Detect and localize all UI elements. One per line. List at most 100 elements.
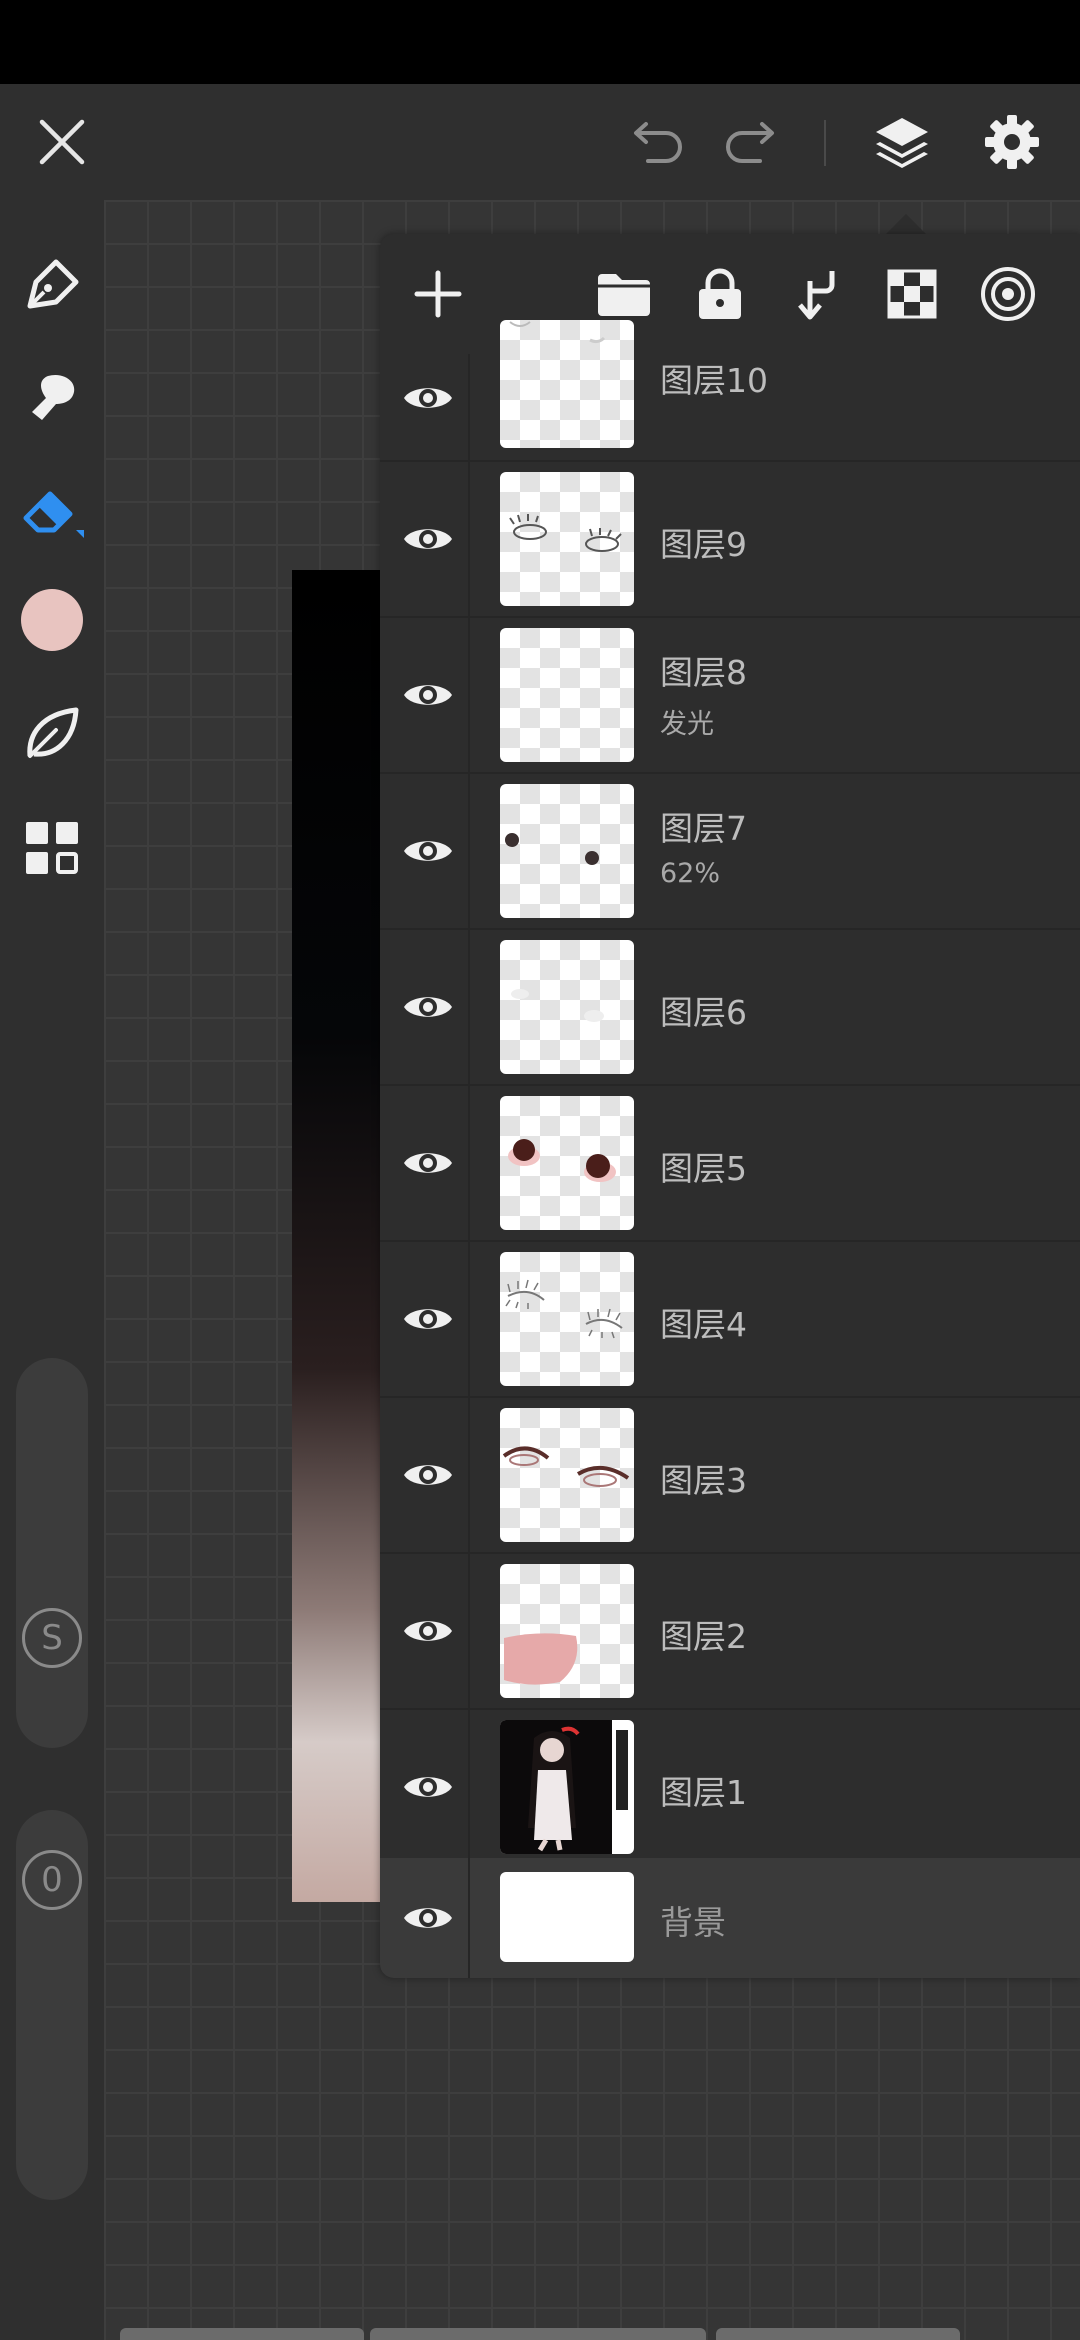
layer-thumbnail[interactable]: [500, 784, 634, 918]
visibility-toggle[interactable]: [400, 667, 456, 723]
color-picker-button[interactable]: [20, 588, 84, 652]
visibility-toggle[interactable]: [400, 511, 456, 567]
layer-thumbnail[interactable]: [500, 940, 634, 1074]
lock-layer-button[interactable]: [686, 260, 754, 328]
layer-row-divider: [468, 618, 470, 772]
layer-thumbnail[interactable]: [500, 628, 634, 762]
layer-row[interactable]: 图层4: [380, 1242, 1080, 1398]
undo-button[interactable]: [622, 114, 690, 174]
leaf-icon: [27, 707, 79, 758]
left-tool-bar: S 0: [0, 200, 104, 2340]
undo-icon: [634, 122, 682, 163]
layer-row-divider: [468, 1554, 470, 1708]
layer-thumbnail[interactable]: [500, 1252, 634, 1386]
eye-icon: [404, 841, 452, 861]
clipping-button[interactable]: [974, 260, 1042, 328]
layer-name: 图层5: [660, 1149, 747, 1188]
layer-name: 图层2: [660, 1617, 747, 1656]
layer-row[interactable]: 图层9: [380, 462, 1080, 618]
bottom-handle-1[interactable]: [120, 2328, 364, 2340]
layer-thumbnail[interactable]: [500, 472, 634, 606]
visibility-toggle[interactable]: [400, 1447, 456, 1503]
layer-name: 图层9: [660, 525, 747, 564]
canvas-artwork-strip: [292, 570, 382, 1902]
layer-row-divider: [468, 1398, 470, 1552]
visibility-toggle[interactable]: [400, 1135, 456, 1191]
target-icon: [981, 267, 1035, 321]
layer-name: 图层10: [660, 361, 768, 400]
layer-thumbnail[interactable]: [500, 1720, 634, 1854]
smudge-tool[interactable]: [20, 366, 84, 430]
gear-icon: [985, 115, 1039, 169]
folder-icon: [598, 274, 650, 316]
lock-icon: [699, 268, 741, 319]
layer-row[interactable]: 图层7 62%: [380, 774, 1080, 930]
layer-row[interactable]: 图层2: [380, 1554, 1080, 1710]
leaf-tool[interactable]: [20, 702, 84, 766]
layer-name: 图层3: [660, 1461, 747, 1500]
layer-name: 背景: [660, 1903, 726, 1942]
layer-row-divider: [468, 774, 470, 928]
merge-down-icon: [798, 271, 835, 320]
layer-thumbnail[interactable]: [500, 1408, 634, 1542]
layer-row[interactable]: 图层3: [380, 1398, 1080, 1554]
close-button[interactable]: [30, 110, 94, 174]
grid-tool[interactable]: [20, 816, 84, 880]
eye-icon: [404, 1153, 452, 1173]
layer-blend-info: 发光: [660, 709, 714, 740]
visibility-toggle[interactable]: [400, 1291, 456, 1347]
layers-button[interactable]: [868, 110, 936, 174]
layer-thumbnail[interactable]: [500, 1564, 634, 1698]
layer-row[interactable]: 图层1: [380, 1710, 1080, 1866]
layer-row-divider: [468, 1858, 470, 1978]
add-icon: [414, 270, 462, 318]
transparency-button[interactable]: [878, 260, 946, 328]
layer-row-divider: [468, 354, 470, 460]
layer-row[interactable]: 图层8 发光: [380, 618, 1080, 774]
layers-panel-pointer: [884, 214, 928, 236]
redo-button[interactable]: [718, 114, 786, 174]
eye-icon: [404, 1465, 452, 1485]
layer-thumbnail[interactable]: [500, 1872, 634, 1962]
eraser-icon: [23, 491, 84, 538]
layer-row[interactable]: 图层6: [380, 930, 1080, 1086]
eye-icon: [404, 1908, 452, 1928]
opacity-slider-label: 0: [22, 1850, 82, 1910]
layer-row-divider: [468, 462, 470, 616]
visibility-toggle[interactable]: [400, 1759, 456, 1815]
merge-down-button[interactable]: [782, 260, 850, 328]
settings-button[interactable]: [978, 110, 1046, 174]
layer-name: 图层6: [660, 993, 747, 1032]
layer-row[interactable]: 图层10: [380, 320, 1080, 462]
eye-icon: [404, 388, 452, 408]
pen-tool[interactable]: [20, 252, 84, 316]
current-color-swatch: [21, 589, 83, 651]
layer-name: 图层4: [660, 1305, 747, 1344]
bottom-handle-2[interactable]: [370, 2328, 706, 2340]
close-icon: [39, 119, 85, 165]
size-slider-label: S: [22, 1608, 82, 1668]
layer-thumbnail[interactable]: [500, 1096, 634, 1230]
layer-row[interactable]: 图层5: [380, 1086, 1080, 1242]
visibility-toggle[interactable]: [400, 1890, 456, 1946]
smudge-icon: [32, 374, 75, 420]
add-layer-button[interactable]: [404, 260, 472, 328]
layer-name: 图层1: [660, 1773, 747, 1812]
layers-icon: [876, 118, 928, 168]
bottom-handle-3[interactable]: [716, 2328, 960, 2340]
visibility-toggle[interactable]: [400, 370, 456, 426]
opacity-slider[interactable]: 0: [16, 1810, 88, 2200]
add-folder-button[interactable]: [590, 260, 658, 328]
eye-icon: [404, 1621, 452, 1641]
size-slider[interactable]: S: [16, 1358, 88, 1748]
layer-row-background[interactable]: 背景: [380, 1858, 1080, 1978]
visibility-toggle[interactable]: [400, 823, 456, 879]
pen-icon: [27, 259, 79, 309]
eraser-tool[interactable]: [20, 480, 84, 544]
checkerboard-icon: [887, 269, 937, 319]
layer-thumbnail[interactable]: [500, 320, 634, 448]
status-bar: [0, 0, 1080, 84]
visibility-toggle[interactable]: [400, 979, 456, 1035]
visibility-toggle[interactable]: [400, 1603, 456, 1659]
eye-icon: [404, 529, 452, 549]
